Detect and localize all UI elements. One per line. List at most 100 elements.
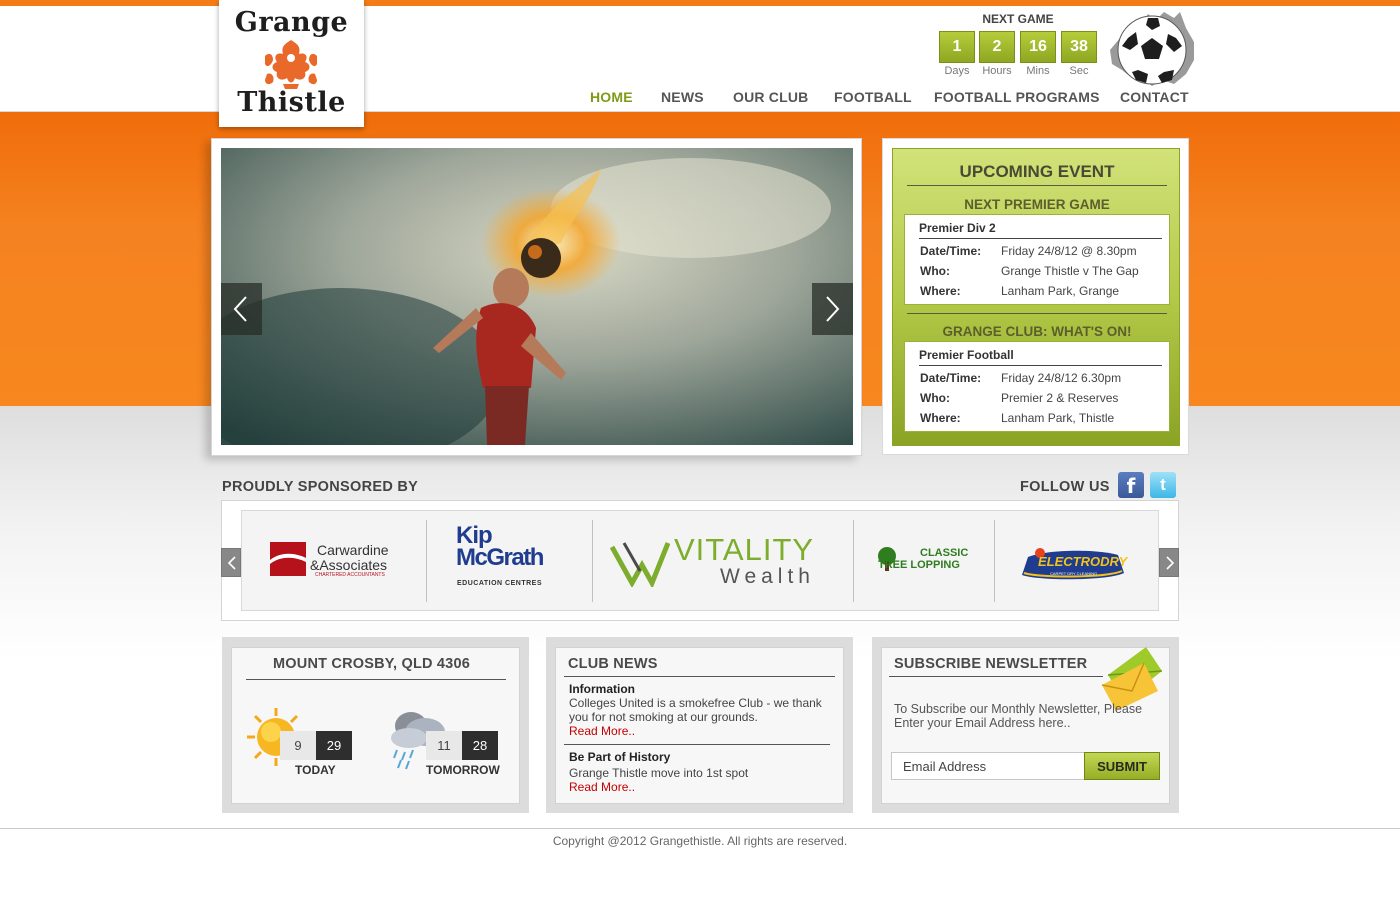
- news-read-more-link[interactable]: Read More..: [569, 724, 635, 738]
- sponsor-classic-tree-logo[interactable]: CLASSIC TREE LOPPING: [876, 545, 976, 575]
- carwardine-tagline: CHARTERED ACCOUNTANTS: [315, 572, 385, 578]
- club-news-rule: [564, 676, 835, 677]
- sponsor-electrodry-logo[interactable]: ELECTRODRY CARPET DRY CLEANING: [1018, 545, 1128, 583]
- nav-football-programs[interactable]: FOOTBALL PROGRAMS: [934, 89, 1100, 109]
- vitality-name: VITALITY: [674, 532, 815, 567]
- news-item-heading: Information: [569, 682, 635, 696]
- club-where-value: Lanham Park, Thistle: [1001, 411, 1115, 425]
- premier-who-label: Who:: [920, 264, 950, 278]
- electrodry-tagline: CARPET DRY CLEANING: [1050, 571, 1098, 576]
- sponsor-kip-mcgrath-logo[interactable]: Kip McGrath EDUCATION CENTRES: [456, 522, 568, 594]
- copyright-text: Copyright @2012 Grangethistle. All right…: [552, 834, 848, 848]
- follow-us-title: FOLLOW US: [1020, 479, 1110, 495]
- countdown-mins-label: Mins: [1026, 65, 1050, 77]
- nav-our-club[interactable]: OUR CLUB: [733, 89, 808, 109]
- today-high-temp: 29: [316, 731, 352, 760]
- slider-prev-button[interactable]: [221, 283, 262, 335]
- sponsor-divider: [592, 520, 593, 602]
- event-section-rule: [907, 313, 1167, 314]
- premier-card-title: Premier Div 2: [919, 221, 996, 235]
- news-read-more-link[interactable]: Read More..: [569, 780, 635, 794]
- nav-home[interactable]: HOME: [590, 89, 633, 109]
- electrodry-name: ELECTRODRY: [1038, 554, 1128, 569]
- australia-football-icon: [1110, 12, 1194, 86]
- next-premier-game-heading: NEXT PREMIER GAME: [964, 197, 1110, 212]
- logo-word-thistle: Thistle: [237, 87, 346, 118]
- tomorrow-low-temp: 11: [426, 731, 462, 760]
- newsletter-instructions: To Subscribe our Monthly Newsletter, Ple…: [894, 702, 1143, 730]
- countdown-secs: 38: [1061, 31, 1097, 63]
- sponsors-title: PROUDLY SPONSORED BY: [222, 479, 419, 495]
- newsletter-title-rule: [889, 676, 1103, 677]
- nav-football[interactable]: FOOTBALL: [834, 89, 912, 109]
- kip-tagline: EDUCATION CENTRES: [457, 580, 542, 587]
- logo-word-grange: Grange: [234, 7, 349, 38]
- carwardine-name: Carwardine: [317, 542, 389, 558]
- weather-location: MOUNT CROSBY, QLD 4306: [273, 656, 470, 672]
- facebook-icon[interactable]: f: [1118, 472, 1144, 498]
- classic-line: CLASSIC: [920, 547, 969, 559]
- club-datetime-value: Friday 24/8/12 6.30pm: [1001, 371, 1122, 385]
- nav-contact[interactable]: CONTACT: [1120, 89, 1189, 109]
- hero-slider: [211, 138, 862, 456]
- newsletter-title: SUBSCRIBE NEWSLETTER: [894, 656, 1088, 672]
- tree-lopping-line: TREE LOPPING: [878, 559, 960, 571]
- club-news-title: CLUB NEWS: [568, 656, 658, 672]
- premier-card-rule: [919, 238, 1162, 239]
- sponsor-divider: [426, 520, 427, 602]
- carwardine-associates: &Associates: [310, 557, 388, 573]
- club-card-title: Premier Football: [919, 348, 1014, 362]
- tomorrow-high-temp: 28: [462, 731, 498, 760]
- nav-news[interactable]: NEWS: [661, 89, 704, 109]
- club-where-label: Where:: [920, 411, 961, 425]
- premier-game-card: Premier Div 2 Date/Time: Friday 24/8/12 …: [904, 214, 1170, 305]
- premier-who-value: Grange Thistle v The Gap: [1001, 264, 1139, 278]
- countdown-days: 1: [939, 31, 975, 63]
- news-item-divider: [564, 744, 830, 745]
- sponsor-carwardine-logo[interactable]: Carwardine &Associates CHARTERED ACCOUNT…: [270, 540, 405, 580]
- news-item-body: Colleges United is a smokefree Club - we…: [569, 696, 822, 724]
- premier-where-value: Lanham Park, Grange: [1001, 284, 1120, 298]
- vitality-wealth: Wealth: [720, 565, 815, 588]
- premier-datetime-label: Date/Time:: [920, 244, 982, 258]
- news-item-heading: Be Part of History: [569, 750, 671, 764]
- today-label: TODAY: [295, 763, 336, 777]
- premier-datetime-value: Friday 24/8/12 @ 8.30pm: [1001, 244, 1137, 258]
- sponsor-next-button[interactable]: [1159, 548, 1179, 577]
- premier-where-label: Where:: [920, 284, 961, 298]
- chevron-left-icon: [233, 296, 247, 322]
- weather-title-rule: [246, 679, 506, 680]
- club-event-card: Premier Football Date/Time: Friday 24/8/…: [904, 341, 1170, 432]
- club-datetime-label: Date/Time:: [920, 371, 982, 385]
- upcoming-event-panel: UPCOMING EVENT NEXT PREMIER GAME Premier…: [882, 138, 1189, 455]
- chevron-right-icon: [1166, 556, 1175, 570]
- upcoming-event-title: UPCOMING EVENT: [959, 162, 1115, 181]
- twitter-icon[interactable]: t: [1150, 472, 1176, 498]
- sponsor-vitality-logo[interactable]: VITALITY Wealth: [608, 532, 838, 592]
- countdown-hours-label: Hours: [982, 65, 1012, 77]
- club-whats-on-heading: GRANGE CLUB: WHAT'S ON!: [942, 324, 1132, 339]
- submit-button[interactable]: SUBMIT: [1084, 752, 1160, 780]
- footer-divider: [0, 828, 1400, 829]
- sponsor-divider: [994, 520, 995, 602]
- mcgrath-line: McGrath: [456, 544, 544, 571]
- tomorrow-label: TOMORROW: [426, 763, 500, 777]
- site-logo[interactable]: Grange Thistle: [219, 0, 364, 127]
- hero-slide-image: [221, 148, 853, 445]
- countdown-hours: 2: [979, 31, 1015, 63]
- email-field[interactable]: [891, 752, 1085, 780]
- chevron-left-icon: [227, 556, 236, 570]
- club-card-rule: [919, 365, 1162, 366]
- countdown-secs-label: Sec: [1069, 65, 1089, 77]
- club-who-value: Premier 2 & Reserves: [1001, 391, 1119, 405]
- sponsor-prev-button[interactable]: [221, 548, 241, 577]
- chevron-right-icon: [826, 296, 840, 322]
- lion-crest-icon: [265, 40, 317, 89]
- club-who-label: Who:: [920, 391, 950, 405]
- upcoming-event-inner: UPCOMING EVENT NEXT PREMIER GAME Premier…: [892, 148, 1180, 446]
- next-game-title: NEXT GAME: [982, 12, 1054, 26]
- countdown-mins: 16: [1020, 31, 1056, 63]
- news-item-body: Grange Thistle move into 1st spot: [569, 766, 749, 780]
- slider-next-button[interactable]: [812, 283, 853, 335]
- event-title-rule: [907, 185, 1167, 186]
